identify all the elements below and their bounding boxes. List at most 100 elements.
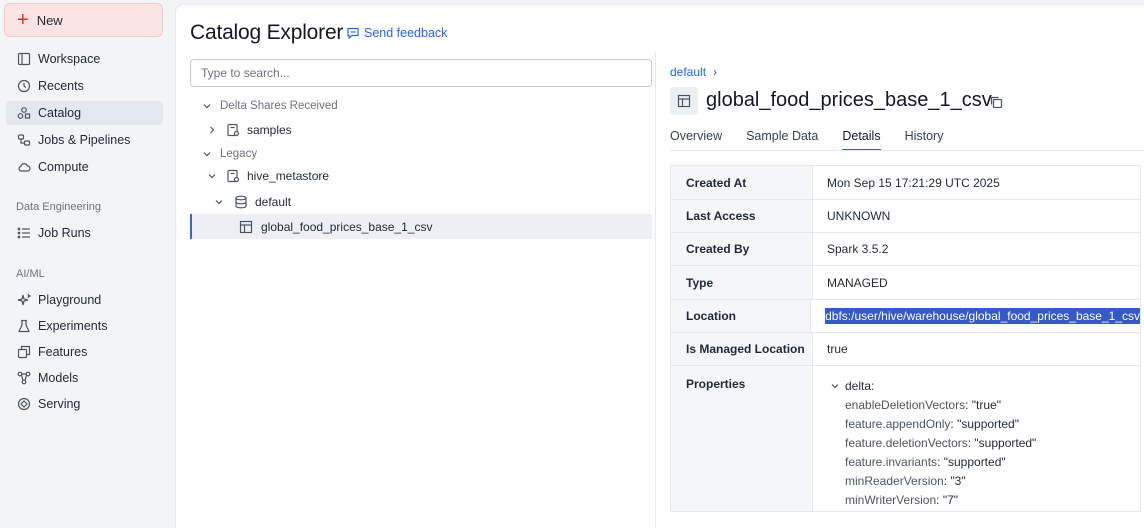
table-icon (239, 220, 253, 234)
table-type-icon (670, 87, 698, 115)
chevron-down-icon (202, 149, 212, 159)
new-button-label: New (36, 12, 63, 28)
tree-item-samples[interactable]: samples (190, 118, 652, 142)
property-key: feature.invariants (845, 454, 938, 469)
serving-icon (17, 397, 31, 411)
copy-icon[interactable] (989, 95, 1003, 109)
sidebar-item-label: Compute (38, 160, 89, 174)
sidebar-item-label: Job Runs (38, 226, 91, 240)
tab-details[interactable]: Details (842, 129, 881, 151)
property-item: minReaderVersion: "3" (845, 473, 966, 488)
properties-group-label: delta: (845, 378, 875, 393)
sidebar-item-label: Jobs & Pipelines (38, 133, 131, 147)
sparkle-icon (17, 293, 31, 307)
detail-key: Properties (671, 366, 813, 511)
plus-icon: + (17, 9, 29, 31)
chevron-down-icon (207, 171, 217, 181)
detail-value: Mon Sep 15 17:21:29 UTC 2025 (827, 175, 1000, 190)
speech-bubble-icon (347, 27, 359, 40)
sidebar-item-features[interactable]: Features (6, 340, 163, 364)
location-text-selected[interactable]: dbfs:/user/hive/warehouse/global_food_pr… (825, 308, 1140, 324)
property-item: minWriterVersion: "7" (845, 492, 959, 507)
breadcrumb[interactable]: default › (670, 65, 717, 79)
tree-section-label: Delta Shares Received (220, 100, 338, 112)
chevron-right-icon (207, 125, 217, 135)
property-value: "supported" (943, 454, 1006, 469)
page-title: Catalog Explorer (190, 21, 344, 44)
location-value[interactable]: dbfs:/user/hive/warehouse/global_food_pr… (811, 300, 1140, 332)
tree-item-table[interactable]: global_food_prices_base_1_csv (190, 214, 652, 239)
property-value: "3" (950, 473, 966, 488)
sidebar-item-label: Playground (38, 293, 102, 307)
detail-key: Is Managed Location (671, 333, 813, 365)
detail-value: UNKNOWN (827, 209, 891, 223)
table-row: Location dbfs:/user/hive/warehouse/globa… (671, 300, 1140, 333)
property-key: minWriterVersion (845, 492, 937, 507)
tree-item-hive-metastore[interactable]: hive_metastore (190, 164, 652, 188)
detail-key: Last Access (671, 200, 813, 232)
tree-section-legacy[interactable]: Legacy (190, 142, 652, 166)
tree-section-label: Legacy (220, 148, 258, 160)
sidebar-item-compute[interactable]: Compute (6, 155, 163, 179)
detail-value: true (827, 342, 848, 356)
property-key: minReaderVersion (845, 473, 944, 488)
tabs-underline (670, 150, 1144, 151)
panel-divider[interactable] (655, 53, 656, 528)
send-feedback-link[interactable]: Send feedback (346, 26, 447, 40)
models-icon (17, 371, 31, 385)
section-label-aiml: AI/ML (16, 268, 45, 280)
sidebar-item-models[interactable]: Models (6, 366, 163, 390)
properties-group-toggle[interactable]: delta: (830, 376, 1036, 395)
catalog-explorer-panel: Catalog Explorer Send feedback Delta Sha… (175, 4, 1144, 528)
sidebar-item-label: Serving (38, 397, 81, 411)
sidebar-item-label: Workspace (38, 52, 101, 66)
left-sidebar: + New Workspace Recents Catalog Jobs & P… (0, 0, 174, 528)
property-key: feature.deletionVectors (845, 435, 968, 450)
catalog-icon (226, 169, 240, 183)
tab-overview[interactable]: Overview (670, 129, 722, 151)
property-key: feature.appendOnly (845, 416, 951, 431)
tab-history[interactable]: History (905, 129, 944, 151)
detail-key: Location (671, 300, 812, 332)
sidebar-item-recents[interactable]: Recents (6, 74, 163, 98)
table-row: Type MANAGED (671, 266, 1140, 300)
property-item: enableDeletionVectors: "true" (845, 397, 1001, 412)
table-row: Is Managed Location true (671, 333, 1140, 366)
list-icon (17, 226, 31, 240)
chevron-down-icon (830, 381, 840, 391)
catalog-icon (17, 106, 31, 120)
clock-icon (17, 79, 31, 93)
property-value: "7" (942, 492, 959, 507)
chevron-down-icon (202, 101, 212, 111)
property-value: "supported" (974, 435, 1037, 450)
search-input[interactable] (190, 59, 652, 87)
chevron-down-icon (214, 197, 224, 207)
details-tabs: Overview Sample Data Details History (670, 129, 967, 151)
sidebar-item-label: Features (38, 345, 88, 359)
tree-section-delta-shares[interactable]: Delta Shares Received (190, 94, 652, 118)
sidebar-item-label: Models (38, 371, 79, 385)
tree-item-label: samples (247, 123, 292, 137)
breadcrumb-item[interactable]: default (670, 65, 706, 79)
tab-sample-data[interactable]: Sample Data (746, 129, 818, 151)
sidebar-item-workspace[interactable]: Workspace (6, 47, 163, 71)
sidebar-item-experiments[interactable]: Experiments (6, 314, 163, 338)
sidebar-item-catalog[interactable]: Catalog (6, 101, 163, 125)
sidebar-item-serving[interactable]: Serving (6, 392, 163, 416)
tree-item-label: default (255, 195, 292, 209)
sidebar-item-playground[interactable]: Playground (6, 288, 163, 312)
tree-item-default[interactable]: default (190, 190, 652, 214)
sidebar-item-job-runs[interactable]: Job Runs (6, 221, 163, 245)
detail-value: MANAGED (827, 275, 888, 290)
workspace-icon (17, 52, 31, 66)
detail-value: Spark 3.5.2 (827, 242, 889, 256)
property-key: enableDeletionVectors (845, 397, 966, 412)
new-button[interactable]: + New (4, 3, 163, 37)
tree-item-label: global_food_prices_base_1_csv (261, 219, 433, 234)
sidebar-item-jobs-pipelines[interactable]: Jobs & Pipelines (6, 128, 163, 152)
table-row: Created At Mon Sep 15 17:21:29 UTC 2025 (671, 166, 1140, 200)
send-feedback-label: Send feedback (364, 26, 448, 40)
features-icon (17, 345, 31, 359)
property-item: feature.invariants: "supported" (845, 454, 1006, 469)
jobs-icon (17, 133, 31, 147)
